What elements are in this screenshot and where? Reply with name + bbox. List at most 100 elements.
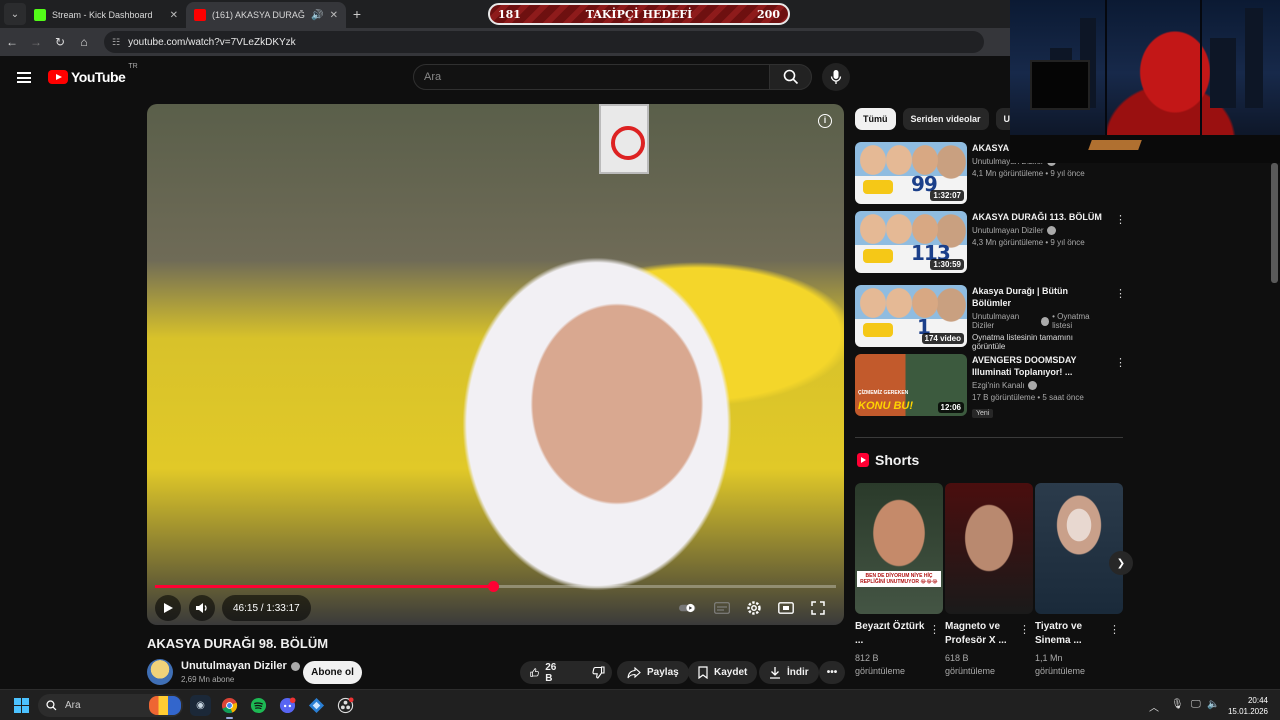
share-button[interactable]: Paylaş (617, 661, 689, 684)
short-item[interactable]: BEN DE DİYORUM NİYE HİÇ REPLİĞİNİ UNUTMU… (855, 483, 943, 678)
system-clock[interactable]: 20:44 15.01.2026 (1226, 695, 1268, 717)
home-button[interactable]: ⌂ (72, 35, 96, 49)
short-item[interactable]: Magneto ve Profesör X ... 618 B görüntül… (945, 483, 1033, 678)
network-icon[interactable]: 🖵 (1191, 699, 1201, 710)
page-scrollbar[interactable] (1271, 163, 1278, 283)
download-button[interactable]: İndir (759, 661, 819, 684)
recommendation-channel[interactable]: Unutulmayan Diziler • Oynatma listesi (972, 312, 1107, 330)
spotify-icon[interactable] (248, 695, 269, 716)
short-title[interactable]: Tiyatro ve Sinema ... (1035, 620, 1107, 648)
like-button[interactable]: 26 B (520, 661, 570, 684)
more-vertical-icon[interactable]: ⋮ (1115, 213, 1126, 226)
video-player[interactable]: i 46:15 / 1:33:17 (147, 104, 844, 625)
site-settings-icon[interactable]: ☷ (112, 37, 120, 48)
video-thumbnail[interactable]: 99 1:32:07 (855, 142, 967, 204)
mute-button[interactable] (189, 595, 215, 621)
miniplayer-button[interactable] (777, 600, 795, 616)
recommendation-item[interactable]: 113 1:30:59 AKASYA DURAĞI 113. BÖLÜM Unu… (855, 211, 1126, 273)
recommendation-title[interactable]: Akasya Durağı | Bütün Bölümler (972, 285, 1107, 309)
keyboard-graphic (1088, 140, 1142, 150)
reload-button[interactable]: ↻ (48, 35, 72, 49)
short-title[interactable]: Beyazıt Öztürk ... (855, 620, 927, 648)
short-title[interactable]: Magneto ve Profesör X ... (945, 620, 1017, 648)
voice-search-button[interactable] (822, 63, 850, 91)
more-vertical-icon[interactable]: ⋮ (1115, 287, 1126, 300)
shorts-next-button[interactable]: ❯ (1109, 551, 1133, 575)
subtitles-button[interactable] (713, 600, 731, 616)
more-vertical-icon[interactable]: ⋮ (1115, 356, 1126, 369)
forward-button[interactable]: → (24, 35, 48, 49)
windows-start-icon[interactable] (14, 698, 29, 713)
fullscreen-button[interactable] (809, 600, 827, 616)
recommendation-item[interactable]: ÇİZMEMİZ GEREKEN KONU BU! 12:06 AVENGERS… (855, 354, 1126, 418)
youtube-logo[interactable]: YouTube TR (48, 63, 138, 85)
play-button[interactable] (155, 595, 181, 621)
short-caption: BEN DE DİYORUM NİYE HİÇ REPLİĞİNİ UNUTMU… (857, 571, 941, 587)
search-button[interactable] (769, 64, 812, 90)
channel-name[interactable]: Unutulmayan Diziler (181, 660, 300, 672)
speaker-icon[interactable]: 🔊 (311, 10, 323, 21)
desk-graphic (1010, 135, 1280, 163)
short-thumbnail[interactable] (1035, 483, 1123, 614)
shorts-heading: Shorts (857, 452, 919, 468)
video-title: AKASYA DURAĞI 98. BÖLÜM (147, 636, 329, 651)
more-vertical-icon[interactable]: ⋮ (929, 623, 940, 636)
recommendation-channel[interactable]: Unutulmayan Diziler (972, 226, 1107, 235)
close-icon[interactable]: ✕ (170, 10, 178, 21)
taskbar-search-label: Ara (65, 700, 81, 711)
chrome-icon[interactable] (219, 695, 240, 719)
short-item[interactable]: Tiyatro ve Sinema ... 1,1 Mn görüntüleme… (1035, 483, 1123, 678)
save-button[interactable]: Kaydet (688, 661, 758, 684)
video-thumbnail[interactable]: ÇİZMEMİZ GEREKEN KONU BU! 12:06 (855, 354, 967, 416)
recommendation-views: 4,1 Mn görüntüleme • 9 yıl önce (972, 169, 1085, 178)
dislike-button[interactable] (582, 661, 615, 684)
settings-button[interactable] (745, 600, 763, 616)
close-icon[interactable]: ✕ (330, 10, 338, 21)
channel-text: Unutulmayan Diziler (972, 312, 1020, 330)
tab-search-button[interactable]: ⌄ (4, 3, 26, 25)
back-button[interactable]: ← (0, 35, 24, 49)
diamond-app-icon (308, 697, 325, 714)
menu-icon[interactable] (17, 72, 31, 83)
channel-avatar[interactable] (147, 659, 173, 685)
tab-kick-dashboard[interactable]: Stream - Kick Dashboard ✕ (26, 2, 186, 28)
new-badge: Yeni (972, 409, 994, 418)
more-vertical-icon[interactable]: ⋮ (1109, 623, 1120, 636)
chrome-logo-icon (221, 697, 238, 714)
chevron-up-icon[interactable]: ︿ (1149, 699, 1159, 714)
app-icon[interactable] (306, 695, 327, 716)
volume-icon[interactable]: 🔈 (1207, 699, 1219, 710)
short-thumbnail[interactable]: BEN DE DİYORUM NİYE HİÇ REPLİĞİNİ UNUTMU… (855, 483, 943, 614)
microphone-icon[interactable]: 🎙 (1171, 699, 1184, 710)
subscribe-button[interactable]: Abone ol (303, 661, 362, 684)
taskbar-search[interactable]: Ara (38, 694, 183, 717)
discord-icon[interactable] (277, 695, 298, 716)
chip-series[interactable]: Seriden videolar (902, 108, 989, 130)
bookmark-icon (698, 666, 708, 679)
progress-bar[interactable] (155, 581, 836, 592)
new-tab-button[interactable]: + (346, 6, 368, 22)
playlist-item[interactable]: 1 174 video Akasya Durağı | Bütün Bölüml… (855, 285, 1126, 351)
progress-scrubber[interactable] (487, 581, 499, 592)
more-vertical-icon[interactable]: ⋮ (1019, 623, 1030, 636)
youtube-favicon-icon (194, 9, 206, 21)
search-input[interactable]: Ara (413, 64, 770, 90)
playlist-thumbnail[interactable]: 1 174 video (855, 285, 967, 347)
recommendation-title[interactable]: AKASYA DURAĞI 113. BÖLÜM (972, 211, 1107, 223)
search-icon (46, 700, 57, 711)
recommendation-channel[interactable]: Ezgi'nin Kanalı (972, 381, 1107, 390)
video-thumbnail[interactable]: 113 1:30:59 (855, 211, 967, 273)
chip-all[interactable]: Tümü (855, 108, 896, 130)
short-thumbnail[interactable] (945, 483, 1033, 614)
tab-youtube-video[interactable]: (161) AKASYA DURAĞI 98. B 🔊 ✕ (186, 2, 346, 28)
recommendation-title[interactable]: AVENGERS DOOMSDAY Illuminati Toplanıyor!… (972, 354, 1107, 378)
subtitles-icon (714, 602, 730, 614)
info-icon[interactable]: i (818, 114, 832, 128)
more-actions-button[interactable]: ••• (819, 661, 845, 684)
obs-icon[interactable] (335, 695, 356, 716)
steam-icon[interactable]: ◉ (190, 695, 211, 716)
address-bar[interactable]: ☷ youtube.com/watch?v=7VLeZkDKYzk (104, 31, 984, 53)
autoplay-toggle[interactable] (679, 600, 697, 616)
recommendation-meta: Akasya Durağı | Bütün Bölümler Unutulmay… (972, 285, 1107, 351)
view-full-playlist-link[interactable]: Oynatma listesinin tamamını görüntüle (972, 333, 1107, 351)
